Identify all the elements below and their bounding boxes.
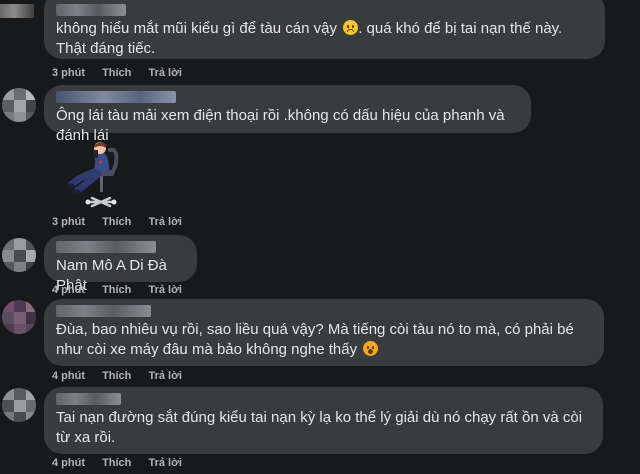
reply-button[interactable]: Trả lời <box>148 216 182 228</box>
comment-actions: 3 phút Thích Trả lời <box>52 67 196 79</box>
comment-actions: 3 phút Thích Trả lời <box>52 216 196 228</box>
timestamp[interactable]: 3 phút <box>52 216 85 228</box>
astonished-face-icon <box>363 341 379 356</box>
sad-face-icon <box>343 20 359 35</box>
comment-bubble: không hiểu mắt mũi kiểu gì để tàu cán vậ… <box>44 0 605 59</box>
like-button[interactable]: Thích <box>102 67 131 79</box>
author-name[interactable] <box>56 241 156 253</box>
avatar[interactable] <box>2 238 36 272</box>
like-button[interactable]: Thích <box>102 216 131 228</box>
avatar[interactable] <box>2 88 36 122</box>
comment-actions: 4 phút Thích Trả lời <box>52 457 196 469</box>
reply-button[interactable]: Trả lời <box>148 370 182 382</box>
reply-button[interactable]: Trả lời <box>148 284 182 296</box>
comment-bubble: Ông lái tàu mải xem điện thoại rồi .khôn… <box>44 85 531 144</box>
comment-actions: 4 phút Thích Trả lời <box>52 370 196 382</box>
reply-button[interactable]: Trả lời <box>148 457 182 469</box>
like-button[interactable]: Thích <box>102 370 131 382</box>
timestamp[interactable]: 4 phút <box>52 370 85 382</box>
avatar[interactable] <box>2 300 36 334</box>
comment-text: Tai nạn đường sắt đúng kiểu tai nạn kỳ l… <box>56 409 583 446</box>
reply-button[interactable]: Trả lời <box>148 67 182 79</box>
comment-actions: 4 phút Thích Trả lời <box>52 284 196 296</box>
man-on-phone-sticker[interactable] <box>66 140 126 210</box>
timestamp[interactable]: 4 phút <box>52 284 85 296</box>
author-name[interactable] <box>56 91 176 103</box>
avatar[interactable] <box>2 388 36 422</box>
avatar[interactable] <box>0 4 34 18</box>
comment-bubble: Nam Mô A Di Đà Phật <box>44 235 197 294</box>
comment-bubble: Đùa, bao nhiêu vụ rồi, sao liều quá vậy?… <box>44 299 604 366</box>
timestamp[interactable]: 4 phút <box>52 457 85 469</box>
like-button[interactable]: Thích <box>102 284 131 296</box>
author-name[interactable] <box>56 393 121 405</box>
comment-text: không hiểu mắt mũi kiểu gì để tàu cán vậ… <box>56 20 563 57</box>
timestamp[interactable]: 3 phút <box>52 67 85 79</box>
like-button[interactable]: Thích <box>102 457 131 469</box>
author-name[interactable] <box>56 305 151 317</box>
comment-text: Đùa, bao nhiêu vụ rồi, sao liều quá vậy?… <box>56 321 574 358</box>
author-name[interactable] <box>56 4 126 16</box>
comment-bubble: Tai nạn đường sắt đúng kiểu tai nạn kỳ l… <box>44 387 603 454</box>
